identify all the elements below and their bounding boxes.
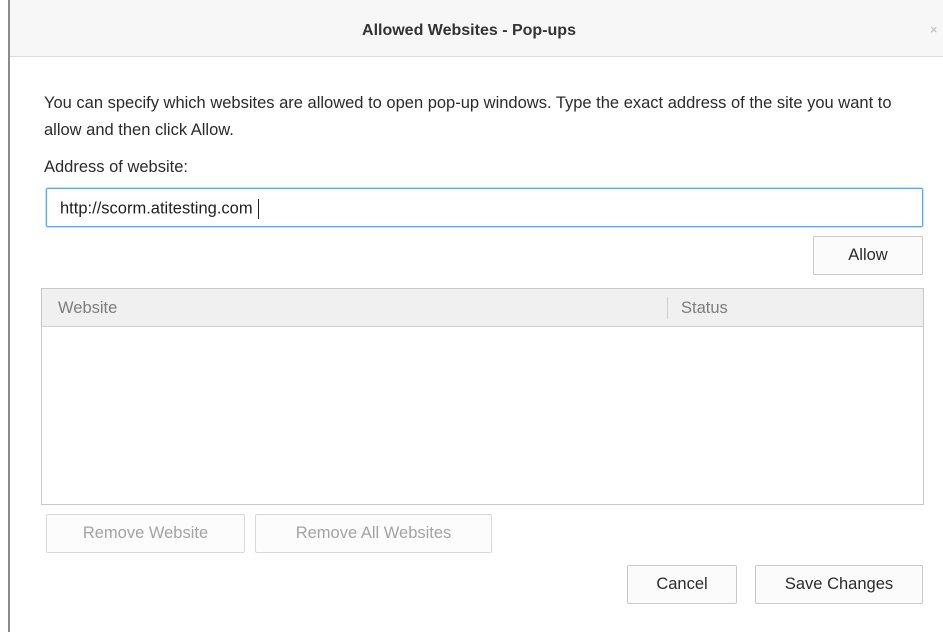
remove-website-button[interactable]: Remove Website xyxy=(46,514,245,553)
table-header: Website Status xyxy=(42,289,923,327)
remove-all-websites-button[interactable]: Remove All Websites xyxy=(255,514,492,553)
allow-button[interactable]: Allow xyxy=(813,236,923,275)
allowed-websites-dialog: Allowed Websites - Pop-ups × You can spe… xyxy=(8,0,943,632)
column-header-status[interactable]: Status xyxy=(681,299,728,318)
column-header-website[interactable]: Website xyxy=(58,299,117,318)
text-caret xyxy=(257,199,259,219)
save-changes-button[interactable]: Save Changes xyxy=(755,565,923,604)
websites-table: Website Status xyxy=(41,288,924,505)
column-divider[interactable] xyxy=(667,297,668,319)
table-body[interactable] xyxy=(42,327,923,504)
dialog-titlebar: Allowed Websites - Pop-ups × xyxy=(10,0,943,57)
address-input[interactable]: http://scorm.atitesting.com xyxy=(46,188,923,227)
dialog-title: Allowed Websites - Pop-ups xyxy=(362,22,576,39)
close-icon[interactable]: × xyxy=(930,22,938,37)
address-label: Address of website: xyxy=(44,158,188,176)
address-text: http://scorm.atitesting.com xyxy=(60,199,253,218)
address-input-value: http://scorm.atitesting.com xyxy=(60,199,259,219)
cancel-button[interactable]: Cancel xyxy=(627,565,737,604)
dialog-description: You can specify which websites are allow… xyxy=(44,94,892,139)
